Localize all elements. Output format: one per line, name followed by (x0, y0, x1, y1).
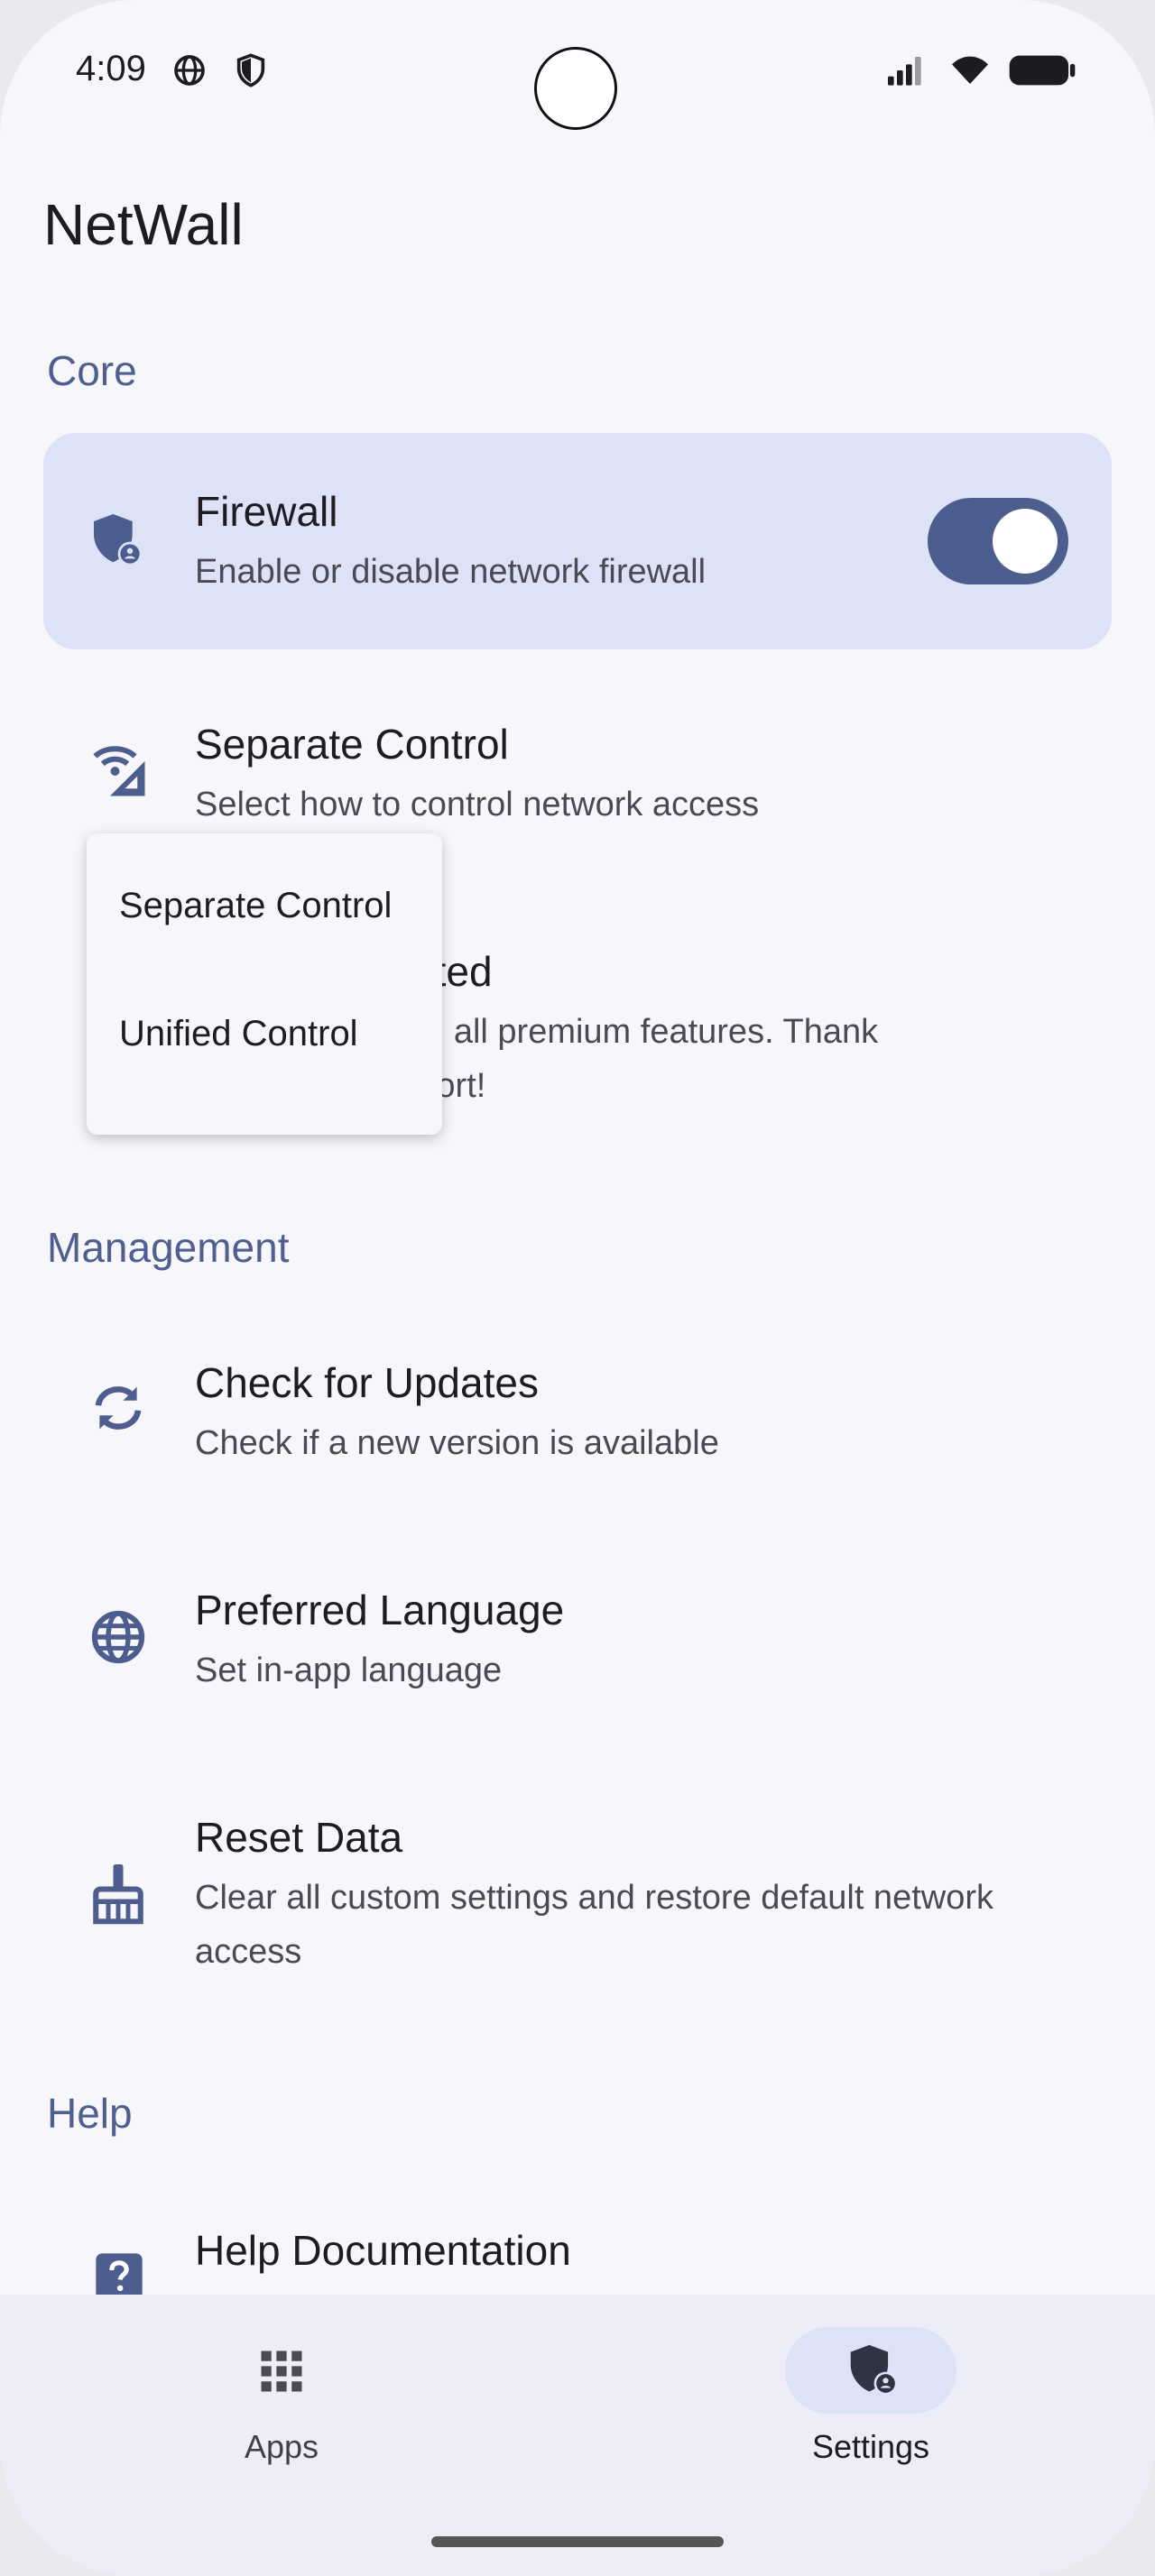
refresh-icon (95, 1386, 142, 1430)
cellular-signal-icon (888, 57, 921, 86)
toggle-knob (993, 509, 1058, 574)
section-header-core: Core (47, 347, 137, 394)
language-title: Preferred Language (195, 1587, 565, 1633)
check-updates-title: Check for Updates (195, 1359, 539, 1406)
nav-item-apps[interactable]: Apps (164, 2295, 399, 2576)
nav-item-settings[interactable]: Settings (731, 2295, 966, 2576)
reset-data-title: Reset Data (195, 1814, 403, 1861)
separate-control-title: Separate Control (195, 721, 509, 768)
bottom-navigation: Apps Settings (0, 2295, 1155, 2576)
check-updates-subtitle: Check if a new version is available (195, 1424, 719, 1462)
check-updates-row[interactable] (43, 1326, 1112, 1497)
battery-icon (1009, 55, 1076, 86)
shield-user-icon (94, 514, 143, 566)
shield-user-icon (850, 2344, 898, 2396)
phone-screen: 4:09 NetWall Core Firewall Enable or dis… (0, 0, 1155, 2576)
shield-status-icon (236, 53, 265, 87)
reset-data-subtitle: Clear all custom settings and restore de… (195, 1879, 993, 1971)
broom-icon (93, 1864, 143, 1925)
language-row[interactable] (43, 1553, 1112, 1725)
wifi-icon (952, 56, 988, 84)
menu-item-unified-control[interactable]: Unified Control (119, 1014, 358, 1054)
section-header-management: Management (47, 1224, 290, 1271)
front-camera (534, 47, 617, 130)
language-subtitle: Set in-app language (195, 1651, 503, 1689)
separate-control-subtitle: Select how to control network access (195, 786, 760, 823)
firewall-title: Firewall (195, 488, 338, 535)
grid-icon (261, 2351, 302, 2392)
globe-icon (91, 1610, 145, 1664)
firewall-toggle[interactable] (928, 498, 1068, 584)
nav-label-apps: Apps (244, 2428, 319, 2465)
status-time: 4:09 (76, 49, 146, 88)
nav-label-settings: Settings (811, 2428, 930, 2465)
menu-item-separate-control[interactable]: Separate Control (119, 886, 392, 926)
home-indicator[interactable] (431, 2536, 724, 2547)
control-mode-dropdown: Separate Control Unified Control (87, 833, 442, 1135)
globe-status-icon (174, 55, 205, 86)
page-title: NetWall (43, 192, 244, 257)
status-bar: 4:09 (0, 0, 1155, 144)
premium-subtitle-line1: cked all premium features. Thank (372, 1013, 879, 1051)
help-docs-title: Help Documentation (195, 2227, 571, 2274)
network-signal-icon (93, 746, 145, 796)
section-header-help: Help (47, 2090, 133, 2137)
